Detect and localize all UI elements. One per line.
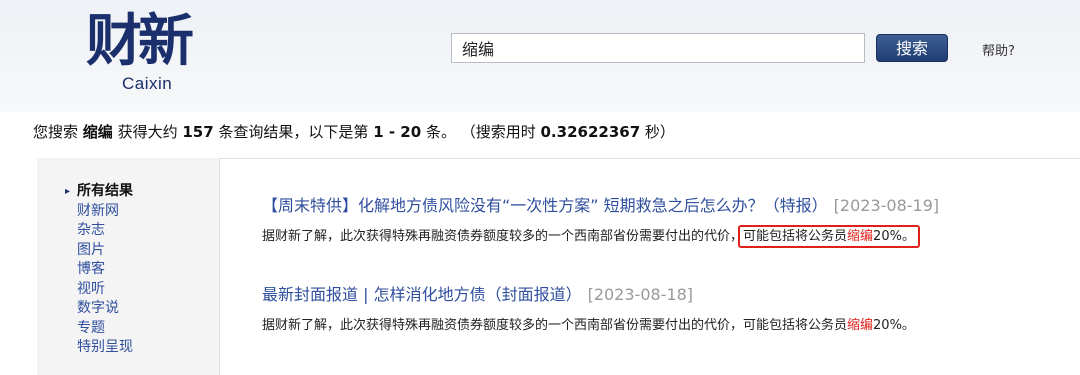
snippet-text: 据财新了解，此次获得特殊再融资债券额度较多的一个西南部省份需要付出的代价， (262, 229, 744, 244)
summary-suffix: 秒） (640, 123, 675, 141)
result-snippet: 据财新了解，此次获得特殊再融资债券额度较多的一个西南部省份需要付出的代价，可能包… (262, 225, 939, 248)
highlight-box: 可能包括将公务员缩编20%。 (738, 225, 920, 248)
result-title-link[interactable]: 最新封面报道 | 怎样消化地方债（封面报道） (262, 285, 582, 304)
result-date: [2023-08-18] (587, 285, 694, 304)
caixin-logo[interactable]: 财新 Caixin (86, 10, 216, 100)
category-sidebar: ▸ 所有结果 财新网 杂志 图片 博客 视听 数字说 专题 特别呈现 (37, 158, 220, 375)
search-time: 0.32622367 (540, 123, 641, 141)
summary-text-2: 条查询结果，以下是第 (213, 123, 374, 141)
sidebar-item-label: 所有结果 (77, 183, 133, 199)
sidebar-item-all[interactable]: ▸ 所有结果 (65, 182, 133, 202)
keyword-highlight: 缩编 (847, 229, 874, 244)
site-header: 财新 Caixin 搜索 帮助? (0, 0, 1080, 112)
keyword-highlight: 缩编 (847, 318, 874, 333)
sidebar-item-magazine[interactable]: 杂志 (77, 221, 133, 241)
sidebar-item-photos[interactable]: 图片 (77, 241, 133, 261)
result-snippet: 据财新了解，此次获得特殊再融资债券额度较多的一个西南部省份需要付出的代价，可能包… (262, 315, 915, 337)
snippet-text: 20%。 (873, 229, 915, 244)
sidebar-item-data[interactable]: 数字说 (77, 299, 133, 319)
snippet-text: 可能包括将公务员 (743, 229, 848, 244)
summary-prefix: 您搜索 (33, 123, 83, 141)
result-date: [2023-08-19] (833, 196, 940, 215)
search-input[interactable] (451, 33, 865, 63)
result-title-link[interactable]: 【周末特供】化解地方债风险没有“一次性方案” 短期救急之后怎么办？（特报） (262, 196, 828, 215)
sidebar-item-topics[interactable]: 专题 (77, 319, 133, 339)
help-link[interactable]: 帮助? (982, 40, 1015, 59)
sidebar-item-special[interactable]: 特别呈现 (77, 338, 133, 358)
search-summary: 您搜索 缩编 获得大约 157 条查询结果，以下是第 1 - 20 条。 （搜索… (33, 121, 675, 142)
search-button[interactable]: 搜索 (876, 34, 948, 62)
sidebar-item-video[interactable]: 视听 (77, 280, 133, 300)
sidebar-item-blog[interactable]: 博客 (77, 260, 133, 280)
result-range: 1 - 20 (373, 123, 422, 141)
caret-right-icon: ▸ (65, 186, 71, 197)
result-count: 157 (182, 123, 214, 141)
logo-english-text: Caixin (122, 74, 173, 93)
logo-chinese-text: 财新 (86, 8, 194, 74)
snippet-text: 20%。 (873, 318, 915, 333)
sidebar-item-caixin[interactable]: 财新网 (77, 202, 133, 222)
summary-text-1: 获得大约 (112, 123, 183, 141)
snippet-text: 据财新了解，此次获得特殊再融资债券额度较多的一个西南部省份需要付出的代价，可能包… (262, 318, 848, 333)
summary-text-3: 条。 （搜索用时 (421, 123, 541, 141)
search-result: 【周末特供】化解地方债风险没有“一次性方案” 短期救急之后怎么办？（特报） [20… (262, 194, 939, 248)
search-result: 最新封面报道 | 怎样消化地方债（封面报道） [2023-08-18] 据财新了解… (262, 283, 915, 337)
summary-keyword: 缩编 (82, 123, 113, 141)
